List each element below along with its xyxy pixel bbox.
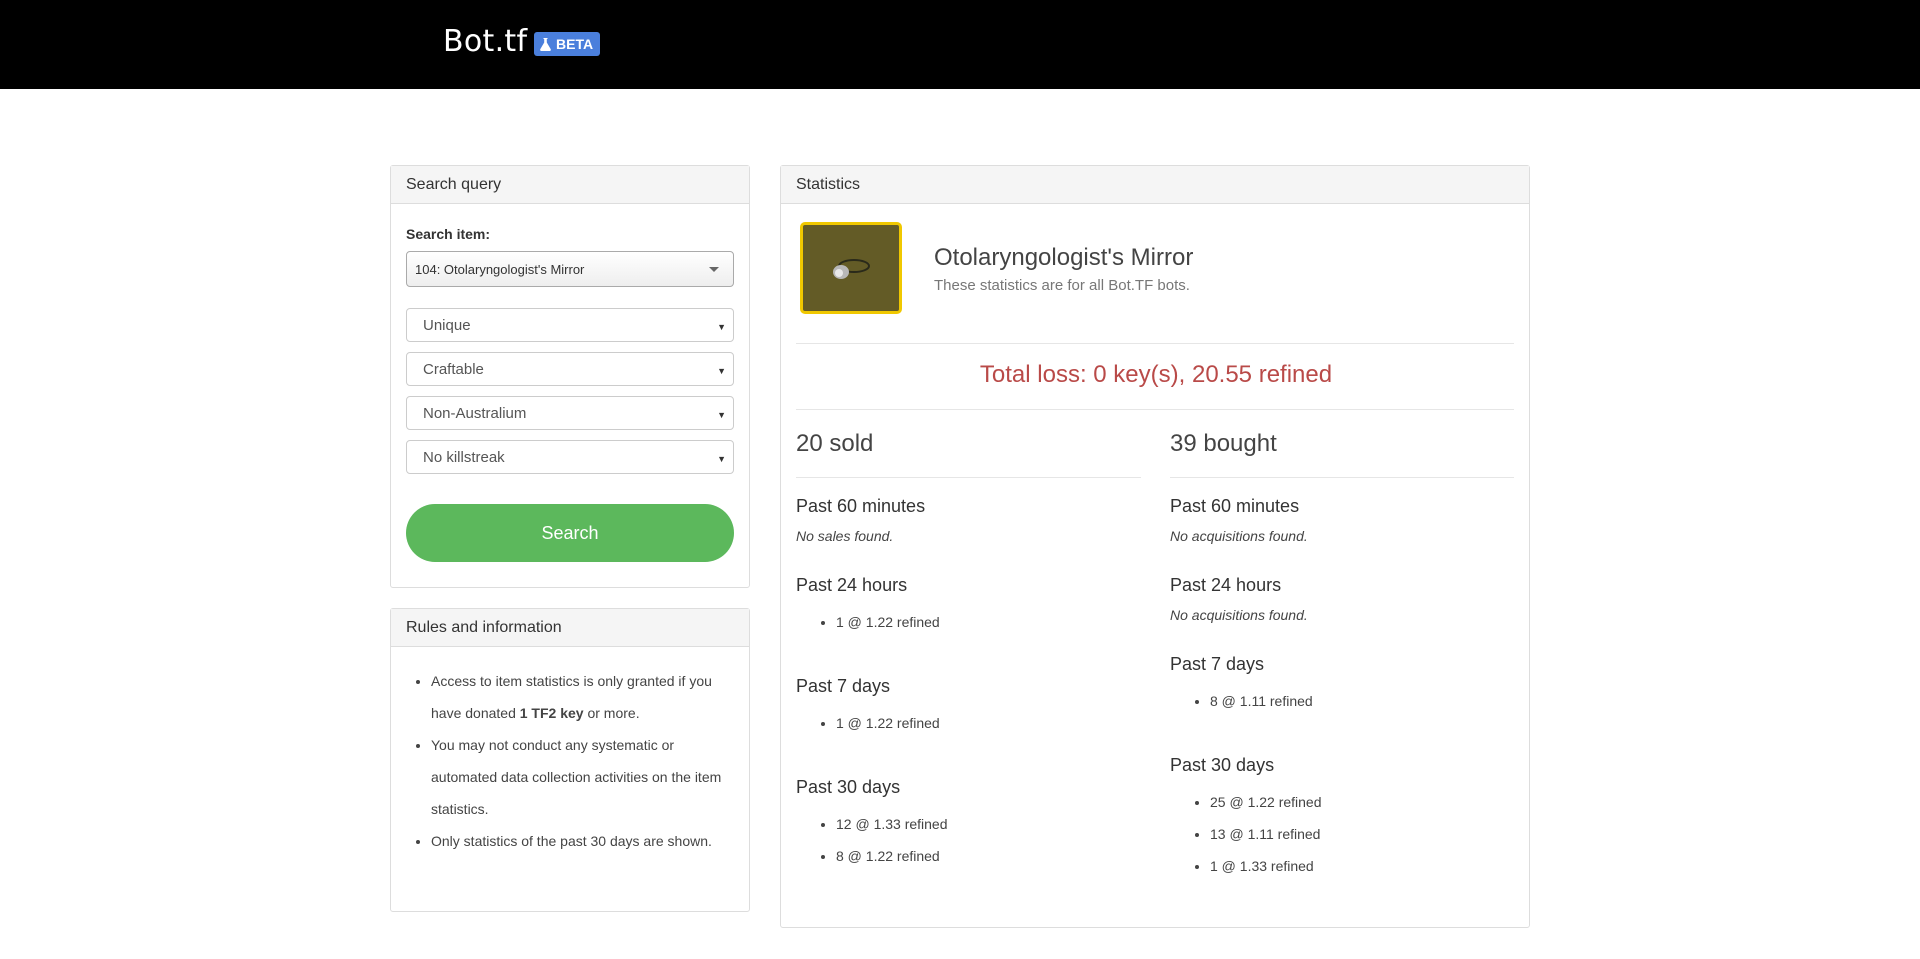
list-item: 25 @ 1.22 refined bbox=[1210, 786, 1322, 818]
bought-past-30-days-list: 25 @ 1.22 refined 13 @ 1.11 refined 1 @ … bbox=[1210, 786, 1322, 882]
dropdown-arrow-icon: ▼ bbox=[717, 454, 726, 464]
dropdown-arrow-icon: ▼ bbox=[717, 322, 726, 332]
bought-past-60-min-label: Past 60 minutes bbox=[1170, 496, 1300, 516]
sold-past-60-min-empty: No sales found. bbox=[796, 528, 894, 544]
sold-past-30-days-label: Past 30 days bbox=[796, 777, 901, 797]
list-item: 8 @ 1.22 refined bbox=[836, 840, 948, 872]
search-item-select[interactable]: 104: Otolaryngologist's Mirror bbox=[406, 251, 734, 287]
rules-list: Access to item statistics is only grante… bbox=[431, 665, 731, 857]
rules-panel: Rules and information Access to item sta… bbox=[390, 608, 750, 912]
divider bbox=[796, 409, 1514, 410]
search-item-label: Search item: bbox=[406, 226, 491, 242]
total-loss: Total loss: 0 key(s), 20.55 refined bbox=[979, 361, 1333, 388]
sold-past-60-min-label: Past 60 minutes bbox=[796, 496, 926, 516]
bought-past-7-days-list: 8 @ 1.11 refined bbox=[1210, 685, 1313, 717]
quality-value: Unique bbox=[423, 316, 471, 334]
bought-past-24-hours-label: Past 24 hours bbox=[1170, 575, 1282, 595]
flask-icon bbox=[540, 37, 551, 51]
craftable-value: Craftable bbox=[423, 360, 484, 378]
quality-select[interactable]: Unique ▼ bbox=[406, 308, 734, 342]
top-navbar: Bot.tf BETA bbox=[0, 0, 1920, 89]
list-item: 1 @ 1.22 refined bbox=[836, 707, 940, 739]
dropdown-arrow-icon: ▼ bbox=[717, 366, 726, 376]
brand-logo[interactable]: Bot.tf bbox=[443, 24, 527, 59]
mirror-icon bbox=[833, 259, 870, 279]
australium-select[interactable]: Non-Australium ▼ bbox=[406, 396, 734, 430]
killstreak-select[interactable]: No killstreak ▼ bbox=[406, 440, 734, 474]
search-query-panel: Search query Search item: 104: Otolaryng… bbox=[390, 165, 750, 588]
rule-item: Only statistics of the past 30 days are … bbox=[431, 825, 731, 857]
sold-past-7-days-label: Past 7 days bbox=[796, 676, 891, 696]
item-image bbox=[800, 222, 902, 314]
sold-past-24-hours-label: Past 24 hours bbox=[796, 575, 908, 595]
divider bbox=[796, 477, 1141, 478]
list-item: 13 @ 1.11 refined bbox=[1210, 818, 1322, 850]
rules-panel-title: Rules and information bbox=[391, 609, 749, 647]
bought-past-24-hours-empty: No acquisitions found. bbox=[1170, 607, 1308, 623]
bought-past-7-days-label: Past 7 days bbox=[1170, 654, 1265, 674]
search-button[interactable]: Search bbox=[406, 504, 734, 562]
sold-past-24-hours-list: 1 @ 1.22 refined bbox=[836, 606, 940, 638]
rule-emphasis: 1 TF2 key bbox=[519, 705, 584, 721]
bought-past-60-min-empty: No acquisitions found. bbox=[1170, 528, 1308, 544]
statistics-panel: Statistics Otolaryngologist's Mirror The… bbox=[780, 165, 1530, 928]
bought-past-30-days-label: Past 30 days bbox=[1170, 755, 1275, 775]
beta-badge: BETA bbox=[534, 32, 601, 56]
statistics-panel-title: Statistics bbox=[781, 166, 1529, 204]
divider bbox=[1170, 477, 1514, 478]
stats-subtitle: These statistics are for all Bot.TF bots… bbox=[934, 277, 1190, 294]
search-item-value: 104: Otolaryngologist's Mirror bbox=[415, 261, 585, 277]
divider bbox=[796, 343, 1514, 344]
list-item: 12 @ 1.33 refined bbox=[836, 808, 948, 840]
chevron-down-icon bbox=[709, 267, 719, 272]
rule-text: or more. bbox=[583, 705, 640, 721]
sold-past-30-days-list: 12 @ 1.33 refined 8 @ 1.22 refined bbox=[836, 808, 948, 872]
sold-past-7-days-list: 1 @ 1.22 refined bbox=[836, 707, 940, 739]
item-name: Otolaryngologist's Mirror bbox=[934, 244, 1194, 271]
list-item: 1 @ 1.33 refined bbox=[1210, 850, 1322, 882]
dropdown-arrow-icon: ▼ bbox=[717, 410, 726, 420]
bought-count: 39 bought bbox=[1170, 430, 1277, 457]
sold-count: 20 sold bbox=[796, 430, 874, 457]
australium-value: Non-Australium bbox=[423, 404, 527, 422]
rule-item: Access to item statistics is only grante… bbox=[431, 665, 731, 729]
beta-label: BETA bbox=[556, 36, 594, 52]
killstreak-value: No killstreak bbox=[423, 448, 505, 466]
search-panel-title: Search query bbox=[391, 166, 749, 204]
rule-item: You may not conduct any systematic or au… bbox=[431, 729, 731, 825]
list-item: 1 @ 1.22 refined bbox=[836, 606, 940, 638]
craftable-select[interactable]: Craftable ▼ bbox=[406, 352, 734, 386]
list-item: 8 @ 1.11 refined bbox=[1210, 685, 1313, 717]
